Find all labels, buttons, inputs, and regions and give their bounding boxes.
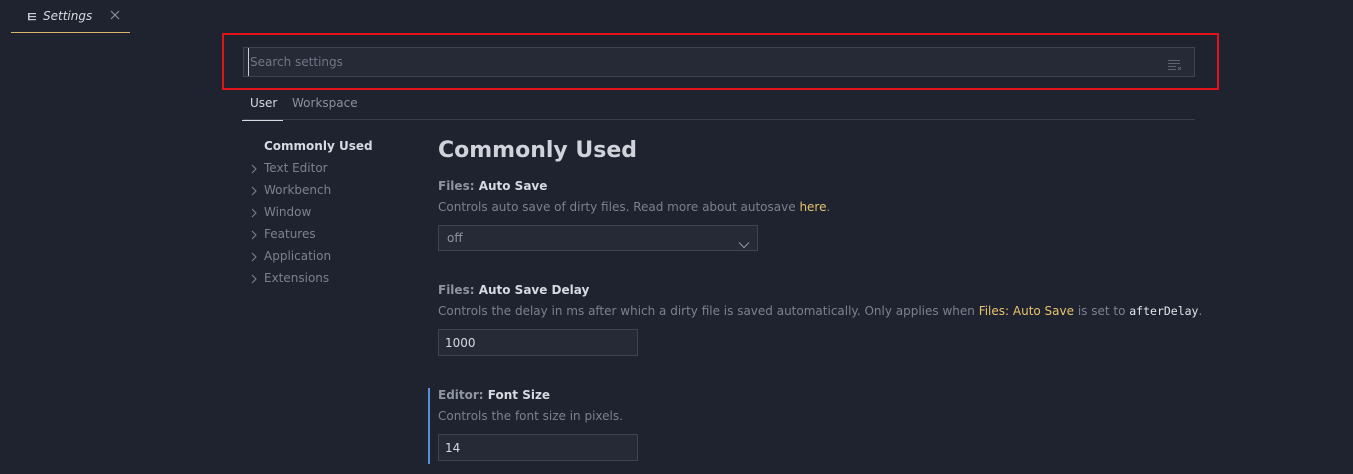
setting-title: Files: Auto Save [438,179,547,193]
tab-user[interactable]: User [241,96,284,121]
search-settings-box [243,47,1195,77]
font-size-input[interactable] [438,434,638,461]
select-value: off [447,231,463,245]
desc-text: Controls the delay in ms after which a d… [438,304,979,318]
chevron-right-icon [250,273,258,284]
toc-item-commonly-used[interactable]: Commonly Used [246,136,416,158]
toc-item-extensions[interactable]: Extensions [246,268,416,290]
tab-workspace[interactable]: Workspace [292,96,358,120]
toc-label: Application [264,249,332,263]
chevron-right-icon [250,229,258,240]
toc-item-application[interactable]: Application [246,246,416,268]
toc-label: Window [264,205,312,219]
editor-tab-bar: Settings [0,0,1353,33]
search-input[interactable] [248,48,1148,76]
desc-code: afterDelay [1129,304,1199,318]
chevron-right-icon [250,207,258,218]
setting-category: Editor: [438,388,488,402]
auto-save-select[interactable]: off [438,225,758,251]
page-title: Commonly Used [438,138,638,163]
files-auto-save-link[interactable]: Files: Auto Save [979,304,1074,318]
setting-title: Editor: Font Size [438,388,550,402]
desc-text: . [1198,304,1203,318]
toc-item-text-editor[interactable]: Text Editor [246,158,416,180]
desc-text: . [826,200,831,214]
toc-label: Extensions [264,271,330,285]
toc-label: Workbench [264,183,332,197]
setting-name: Auto Save Delay [478,283,590,297]
desc-text: Controls the font size in pixels. [438,409,623,423]
setting-category: Files: [438,283,479,297]
desc-text: Controls auto save of dirty files. Read … [438,200,800,214]
autosave-docs-link[interactable]: here [799,200,826,214]
modified-indicator [428,388,430,464]
chevron-right-icon [250,251,258,262]
close-icon[interactable] [108,8,122,22]
toc-item-features[interactable]: Features [246,224,416,246]
chevron-down-icon [738,234,750,249]
settings-tab[interactable]: Settings [11,0,130,33]
clear-filter-icon[interactable] [1168,56,1182,71]
toc-item-window[interactable]: Window [246,202,416,224]
toc-label: Text Editor [264,161,328,175]
setting-category: Files: [438,179,479,193]
toc-label: Features [264,227,316,241]
setting-name: Auto Save [478,179,548,193]
settings-list-icon [28,11,38,21]
setting-description: Controls auto save of dirty files. Read … [438,200,830,214]
setting-name: Font Size [487,388,551,402]
chevron-right-icon [250,185,258,196]
settings-toc: Commonly Used Text Editor Workbench Wind… [246,136,416,290]
setting-description: Controls the delay in ms after which a d… [438,304,1202,318]
chevron-right-icon [250,163,258,174]
tab-title: Settings [43,9,93,23]
setting-description: Controls the font size in pixels. [438,409,623,423]
toc-item-workbench[interactable]: Workbench [246,180,416,202]
desc-text: is set to [1074,304,1130,318]
setting-title: Files: Auto Save Delay [438,283,589,297]
auto-save-delay-input[interactable] [438,329,638,356]
settings-scope-tabs: User Workspace [241,92,1195,121]
toc-label: Commonly Used [264,139,373,153]
